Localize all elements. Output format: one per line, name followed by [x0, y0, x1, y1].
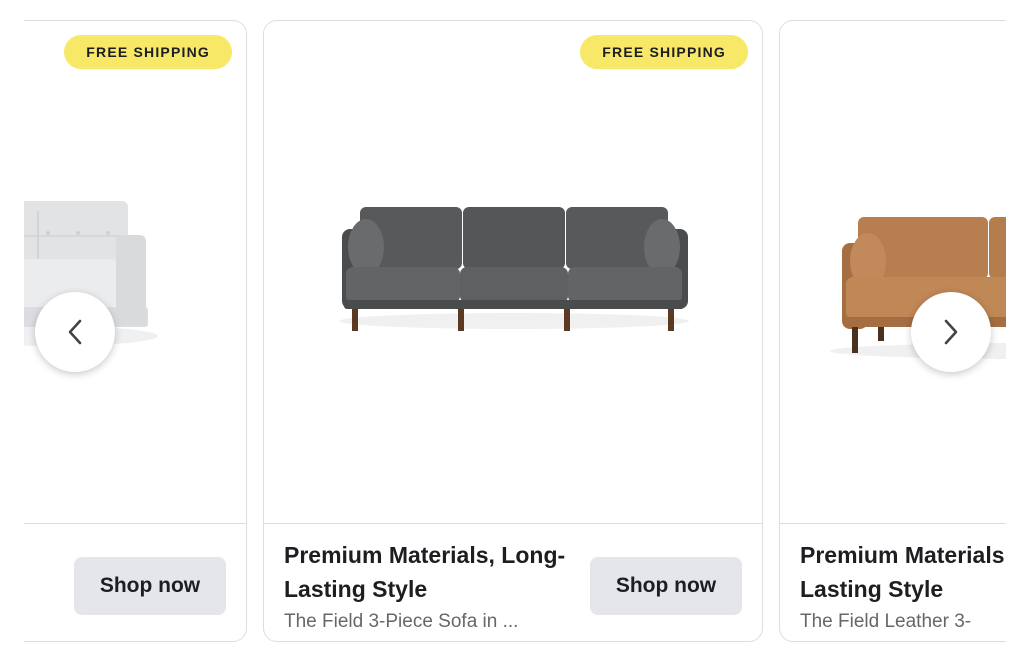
shop-now-button[interactable]: Shop now — [590, 557, 742, 615]
shop-now-button[interactable]: Shop now — [74, 557, 226, 615]
card-media[interactable]: FREE SHIPPING — [264, 21, 762, 524]
card-footer: Premium Materials, Long-Lasting Style Th… — [780, 524, 1006, 641]
white-leather-sofa-image — [24, 201, 158, 346]
tan-leather-sofa-image — [830, 217, 1006, 359]
chevron-right-icon — [944, 319, 958, 345]
carousel-next-button[interactable] — [911, 292, 991, 372]
card-media[interactable] — [780, 21, 1006, 524]
card-media[interactable]: FREE SHIPPING — [24, 21, 246, 524]
gray-3-piece-sofa-image — [339, 207, 689, 331]
card-headline: Premium Materials, Long-Lasting Style — [284, 542, 566, 602]
chevron-left-icon — [68, 319, 82, 345]
card-footer: ... Shop now — [24, 524, 246, 641]
carousel-prev-button[interactable] — [35, 292, 115, 372]
card-description: The Field 3-Piece Sofa in ... — [284, 611, 519, 632]
card-description: The Field Leather 3- — [800, 611, 972, 632]
carousel-card-2[interactable]: FREE SHIPPING Premium Materials, Long-La… — [263, 20, 763, 642]
card-footer: Premium Materials, Long-Lasting Style Th… — [264, 524, 762, 641]
product-carousel: FREE SHIPPING ... Shop now FREE SHIPPING — [24, 0, 1006, 654]
card-headline: Premium Materials, Long-Lasting Style — [800, 542, 1006, 602]
